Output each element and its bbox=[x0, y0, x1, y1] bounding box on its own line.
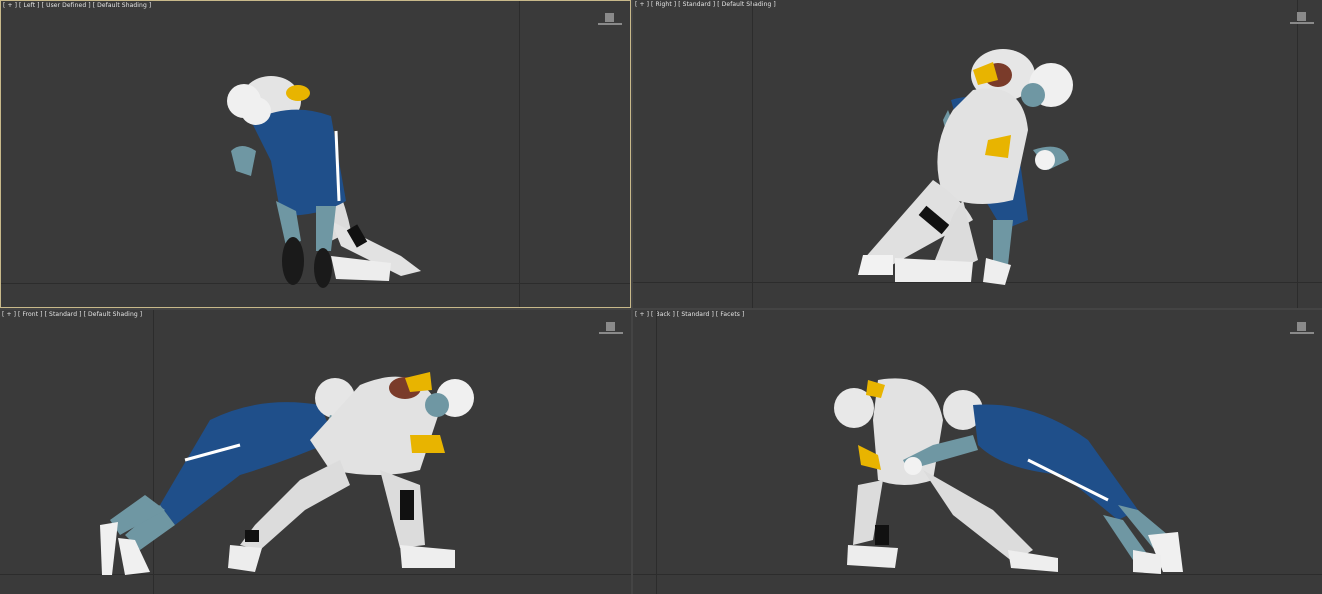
viewport-grid: [ + ][ Left ][ User Defined ][ Default S… bbox=[0, 0, 1322, 594]
viewport-front[interactable]: [ + ][ Front ][ Standard ][ Default Shad… bbox=[0, 310, 631, 594]
scene-render bbox=[858, 49, 1073, 285]
viewport-left[interactable]: [ + ][ Left ][ User Defined ][ Default S… bbox=[0, 0, 631, 308]
viewport-right[interactable]: [ + ][ Right ][ Standard ][ Default Shad… bbox=[633, 0, 1322, 308]
scene-render bbox=[834, 378, 1183, 574]
viewport-back[interactable]: [ + ][ Back ][ Standard ][ Facets ] bbox=[633, 310, 1322, 594]
scene-render bbox=[227, 76, 421, 288]
scene-render bbox=[100, 372, 474, 575]
